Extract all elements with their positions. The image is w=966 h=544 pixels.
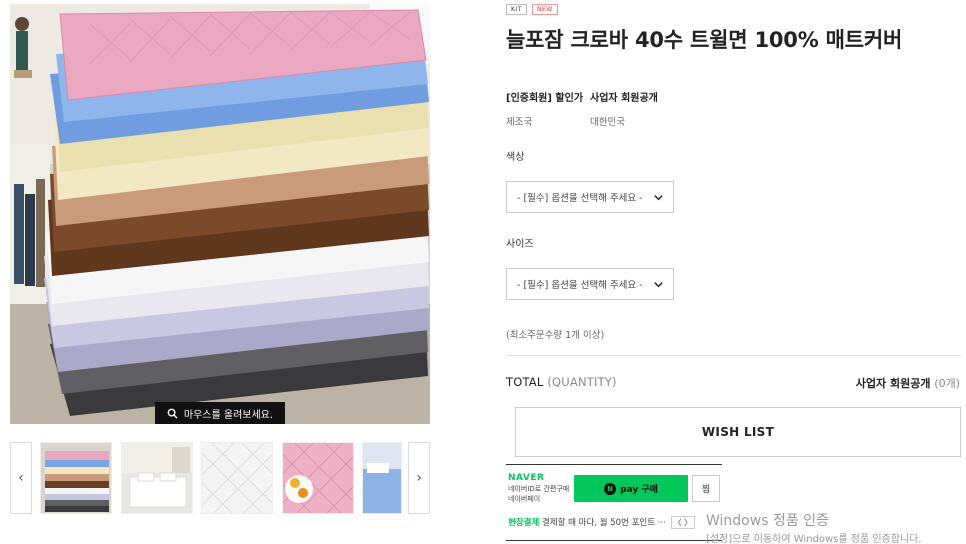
thumbnail-2[interactable] (121, 442, 193, 514)
color-select[interactable]: - [필수] 옵션을 선택해 주세요 - (506, 181, 674, 213)
minimum-quantity-note: (최소주문수량 1개 이상) (506, 330, 605, 341)
magnifier-icon (167, 408, 178, 419)
naver-subtitle: 네이버ID로 간편구매 네이버페이 (508, 484, 569, 504)
origin-value: 대한민국 (590, 117, 625, 128)
image-hover-hint: 마우스를 올려보세요. (155, 402, 285, 424)
naver-promo-nav-button[interactable]: 〈 〉 (670, 516, 696, 529)
chevron-left-icon: ‹ (18, 470, 24, 486)
thumbnail-quilt-stack-image (41, 443, 111, 513)
naver-pay-buy-button[interactable]: N pay 구매 (574, 475, 688, 502)
total-price-text: 사업자 회원공개 (855, 377, 931, 390)
naver-n-icon: N (604, 482, 617, 495)
size-select[interactable]: - [필수] 옵션을 선택해 주세요 - (506, 268, 674, 300)
main-product-image[interactable] (10, 4, 430, 424)
thumbnail-1[interactable] (40, 442, 112, 514)
naver-subtitle-line1: 네이버ID로 간편구매 (508, 485, 570, 493)
color-option-title: 색상 (506, 152, 525, 163)
naver-zzim-button[interactable]: 찜 (692, 475, 720, 502)
thumbnail-4[interactable] (282, 442, 354, 514)
thumbnail-bedroom-image (122, 443, 192, 513)
price-value: 사업자 회원공개 (590, 93, 658, 104)
thumbnail-prev-button[interactable]: ‹ (10, 442, 32, 514)
naver-promo-line: 현장결제 결제할 때 마다, 월 50번 포인트 ··· 〈 〉 (508, 516, 696, 529)
badge-kit: KIT (506, 4, 527, 15)
total-value: 사업자 회원공개 (0개) (856, 375, 960, 391)
thumbnail-white-quilt-image (202, 443, 272, 513)
naver-promo-highlight: 현장결제 (508, 518, 540, 528)
thumbnail-next-button[interactable]: › (408, 442, 430, 514)
chevron-right-icon: › (416, 470, 422, 486)
total-text: TOTAL (506, 375, 544, 389)
chevron-down-icon (654, 282, 663, 288)
naver-pay-label: pay 구매 (620, 485, 658, 495)
divider (506, 355, 961, 356)
wishlist-button[interactable]: WISH LIST (515, 407, 961, 457)
price-label: [인증회원] 할인가 (506, 93, 584, 104)
badge-new: NEW (532, 4, 558, 15)
windows-activation-subtitle: [설정]으로 이동하여 Windows를 정품 인증합니다. (706, 534, 922, 544)
origin-label: 제조국 (506, 117, 533, 128)
size-select-value: - [필수] 옵션을 선택해 주세요 - (517, 280, 643, 291)
size-option-title: 사이즈 (506, 239, 534, 250)
naver-subtitle-line2: 네이버페이 (508, 495, 541, 503)
hover-hint-text: 마우스를 올려보세요. (183, 409, 274, 421)
total-label: TOTAL (QUANTITY) (506, 375, 617, 389)
naver-logo: NAVER (508, 473, 545, 483)
quilt-stack-photo (10, 4, 430, 424)
quantity-text: (QUANTITY) (547, 375, 617, 389)
color-select-value: - [필수] 옵션을 선택해 주세요 - (517, 193, 643, 204)
thumbnail-blue-quilt-image (363, 443, 401, 513)
thumbnail-5[interactable] (362, 442, 402, 514)
total-count: (0개) (934, 377, 960, 390)
thumbnail-3[interactable] (201, 442, 273, 514)
thumbnail-pink-quilt-image (283, 443, 353, 513)
zzim-label: 찜 (701, 485, 711, 495)
chevron-down-icon (654, 195, 663, 201)
naver-box-bottom-border (506, 540, 722, 541)
naver-pay-box: NAVER 네이버ID로 간편구매 네이버페이 N pay 구매 찜 현장결제 … (506, 464, 722, 542)
wishlist-label: WISH LIST (701, 425, 775, 439)
product-title: 늘포잠 크로바 40수 트윌면 100% 매트커버 (506, 28, 903, 52)
naver-promo-text: 결제할 때 마다, 월 50번 포인트 ··· (541, 518, 666, 528)
windows-activation-title: Windows 정품 인증 (706, 513, 829, 529)
naver-box-top-border (506, 464, 722, 465)
